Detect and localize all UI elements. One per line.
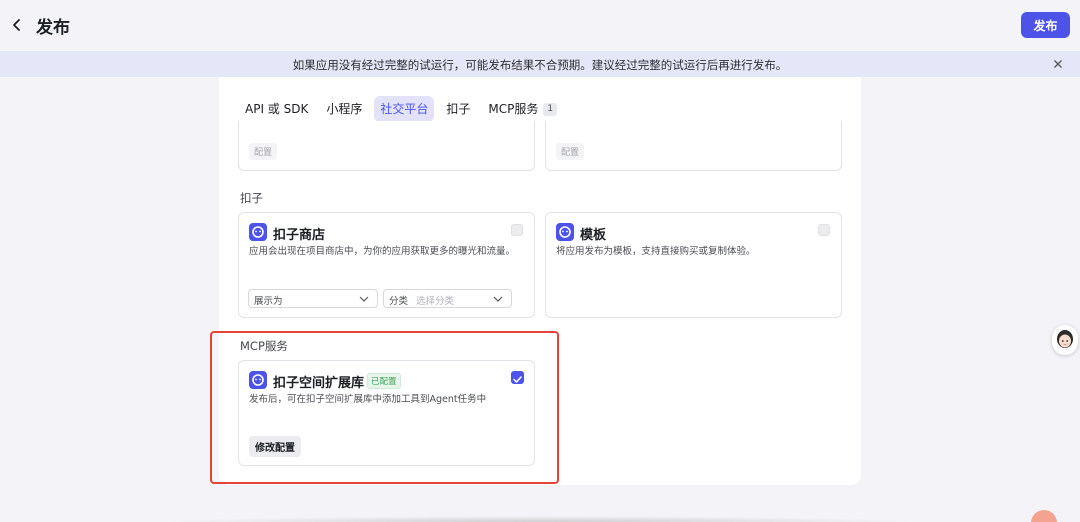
close-icon[interactable] xyxy=(1052,58,1064,70)
select-label: 分类 xyxy=(389,296,409,307)
publish-button[interactable]: 发布 xyxy=(1021,12,1070,38)
koozi-store-card[interactable]: 扣子商店 应用会出现在项目商店中，为你的应用获取更多的曝光和流量。 展示为 分类… xyxy=(238,212,535,318)
bottom-avatar[interactable] xyxy=(1031,510,1057,522)
card-description: 应用会出现在项目商店中，为你的应用获取更多的曝光和流量。 xyxy=(249,246,516,257)
template-card[interactable]: 模板 将应用发布为模板，支持直接购买或复制体验。 xyxy=(545,212,842,318)
page-title: 发布 xyxy=(36,18,70,38)
warning-banner: 如果应用没有经过完整的试运行，可能发布结果不合预期。建议经过完整的试运行后再进行… xyxy=(0,51,1080,77)
tab-mini-program[interactable]: 小程序 xyxy=(320,96,368,122)
assistant-avatar[interactable] xyxy=(1052,325,1078,355)
category-select[interactable]: 分类 选择分类 xyxy=(383,289,512,308)
tab-label: 小程序 xyxy=(326,102,363,116)
top-header: 发布 发布 xyxy=(0,0,1080,50)
banner-text: 如果应用没有经过完整的试运行，可能发布结果不合预期。建议经过完整的试运行后再进行… xyxy=(292,58,788,72)
chevron-down-icon xyxy=(359,296,369,302)
select-value: 展示为 xyxy=(254,296,283,307)
card-title: 模板 xyxy=(580,228,607,243)
display-as-select[interactable]: 展示为 xyxy=(248,289,378,308)
card-title: 扣子商店 xyxy=(273,228,326,243)
channel-tabs: API 或 SDK 小程序 社交平台 扣子 MCP服务 1 xyxy=(239,96,569,122)
config-tag[interactable]: 配置 xyxy=(556,143,585,160)
config-tag[interactable]: 配置 xyxy=(249,143,278,160)
koozi-logo-icon xyxy=(556,223,574,241)
tab-label: 扣子 xyxy=(446,102,471,116)
tab-koozi[interactable]: 扣子 xyxy=(440,96,476,122)
tab-label: 社交平台 xyxy=(380,102,429,116)
bottom-shadow xyxy=(160,516,920,522)
card-description: 将应用发布为模板，支持直接购买或复制体验。 xyxy=(556,246,756,257)
select-checkbox[interactable] xyxy=(818,224,830,236)
tab-label: API 或 SDK xyxy=(245,102,309,116)
select-checkbox[interactable] xyxy=(511,224,523,236)
top-card-right: 配置 xyxy=(545,121,842,171)
back-arrow-icon[interactable] xyxy=(10,15,24,35)
top-card-left: 配置 xyxy=(238,121,535,171)
tab-api-sdk[interactable]: API 或 SDK xyxy=(239,96,314,122)
chevron-down-icon xyxy=(493,296,503,302)
tab-mcp-service[interactable]: MCP服务 1 xyxy=(482,96,563,122)
koozi-logo-icon xyxy=(249,223,267,241)
tab-label: MCP服务 xyxy=(488,102,539,116)
select-placeholder: 选择分类 xyxy=(416,296,455,307)
highlight-box xyxy=(210,331,559,484)
tab-count-badge: 1 xyxy=(543,102,558,116)
section-label-koozi: 扣子 xyxy=(240,191,263,205)
tab-social-platform[interactable]: 社交平台 xyxy=(374,96,435,122)
